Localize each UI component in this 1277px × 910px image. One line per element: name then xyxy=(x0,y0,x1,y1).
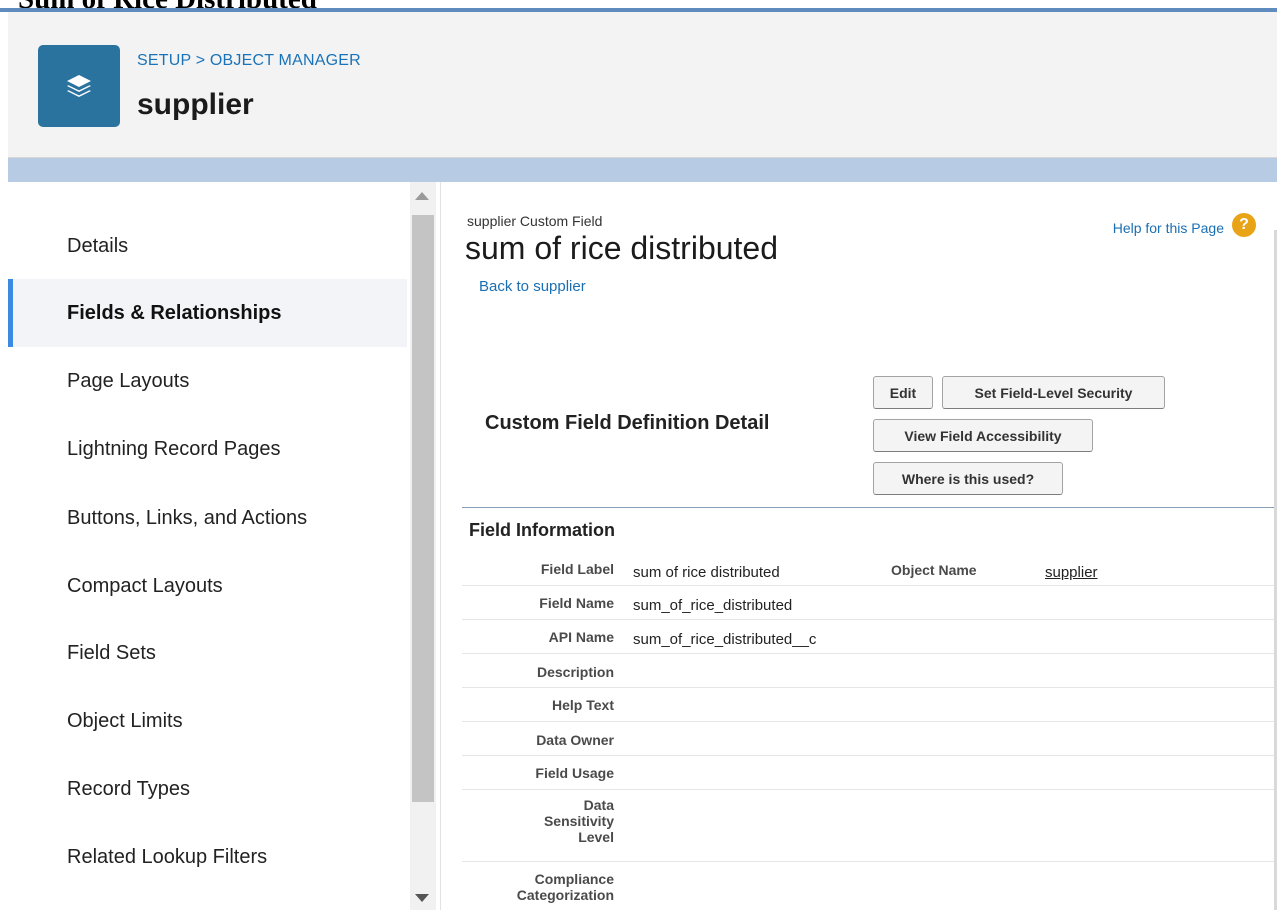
field-information-heading: Field Information xyxy=(469,520,615,540)
field-label-value: sum of rice distributed xyxy=(633,564,780,581)
object-manager-sidebar: Details Fields & Relationships Page Layo… xyxy=(8,182,407,910)
section-divider xyxy=(462,507,1274,508)
field-row: Field Name sum_of_rice_distributed xyxy=(462,586,1274,620)
header-band xyxy=(8,158,1277,182)
scroll-down-arrow-icon[interactable] xyxy=(415,894,429,902)
object-name-link[interactable]: supplier xyxy=(1045,564,1098,581)
help-text-label: Help Text xyxy=(552,697,614,713)
set-field-level-security-button[interactable]: Set Field-Level Security xyxy=(942,376,1165,409)
field-name-value: sum_of_rice_distributed xyxy=(633,597,793,614)
sidebar-item-object-limits[interactable]: Object Limits xyxy=(8,687,407,755)
view-field-accessibility-button[interactable]: View Field Accessibility xyxy=(873,419,1093,452)
api-name-value: sum_of_rice_distributed__c xyxy=(633,631,817,648)
sidebar-item-related-lookup-filters[interactable]: Related Lookup Filters xyxy=(8,823,407,891)
sidebar-item-compact-layouts[interactable]: Compact Layouts xyxy=(8,552,407,620)
scrollbar-thumb[interactable] xyxy=(412,215,434,802)
stacked-layers-icon xyxy=(38,45,120,127)
field-row: Description xyxy=(462,654,1274,688)
help-icon[interactable]: ? xyxy=(1232,213,1256,237)
sidebar-item-lightning-record-pages[interactable]: Lightning Record Pages xyxy=(8,415,407,483)
definition-heading: Custom Field Definition Detail xyxy=(485,412,770,434)
field-row: Field Usage xyxy=(462,756,1274,790)
where-is-this-used-button[interactable]: Where is this used? xyxy=(873,462,1063,495)
data-owner-label: Data Owner xyxy=(536,732,614,748)
field-name-label: Field Name xyxy=(539,595,614,611)
scroll-up-arrow-icon[interactable] xyxy=(415,192,429,200)
sidebar-item-fields-relationships[interactable]: Fields & Relationships xyxy=(8,279,407,347)
api-name-label: API Name xyxy=(548,629,614,645)
object-name-label: Object Name xyxy=(891,562,977,578)
sidebar-item-buttons-links-actions[interactable]: Buttons, Links, and Actions xyxy=(8,484,407,552)
sidebar-item-details[interactable]: Details xyxy=(8,212,407,280)
field-row: Field Label sum of rice distributed Obje… xyxy=(462,551,1274,586)
back-to-supplier-link[interactable]: Back to supplier xyxy=(479,278,586,295)
object-header: SETUP > OBJECT MANAGER supplier xyxy=(8,12,1277,158)
breadcrumb[interactable]: SETUP > OBJECT MANAGER xyxy=(137,52,361,70)
field-row: Compliance Categorization xyxy=(462,862,1274,910)
panel-divider xyxy=(440,182,441,910)
field-row: Data Owner xyxy=(462,722,1274,756)
data-sensitivity-level-label: Data Sensitivity Level xyxy=(543,797,614,845)
compliance-categorization-label: Compliance Categorization xyxy=(516,871,614,903)
field-label-label: Field Label xyxy=(540,561,614,577)
sidebar-item-page-layouts[interactable]: Page Layouts xyxy=(8,347,407,415)
page-title: sum of rice distributed xyxy=(465,230,779,266)
sidebar-scrollbar[interactable] xyxy=(410,182,436,910)
description-label: Description xyxy=(536,664,614,680)
field-row: Data Sensitivity Level xyxy=(462,790,1274,862)
object-name: supplier xyxy=(137,88,254,121)
field-usage-label: Field Usage xyxy=(535,765,614,781)
field-row: API Name sum_of_rice_distributed__c xyxy=(462,620,1274,654)
sidebar-item-record-types[interactable]: Record Types xyxy=(8,755,407,823)
edit-button[interactable]: Edit xyxy=(873,376,933,409)
help-for-this-page-link[interactable]: Help for this Page xyxy=(1113,220,1224,236)
field-detail-panel: supplier Custom Field sum of rice distri… xyxy=(442,182,1274,910)
page-eyebrow: supplier Custom Field xyxy=(467,213,603,229)
field-row: Help Text xyxy=(462,688,1274,722)
sidebar-item-field-sets[interactable]: Field Sets xyxy=(8,619,407,687)
